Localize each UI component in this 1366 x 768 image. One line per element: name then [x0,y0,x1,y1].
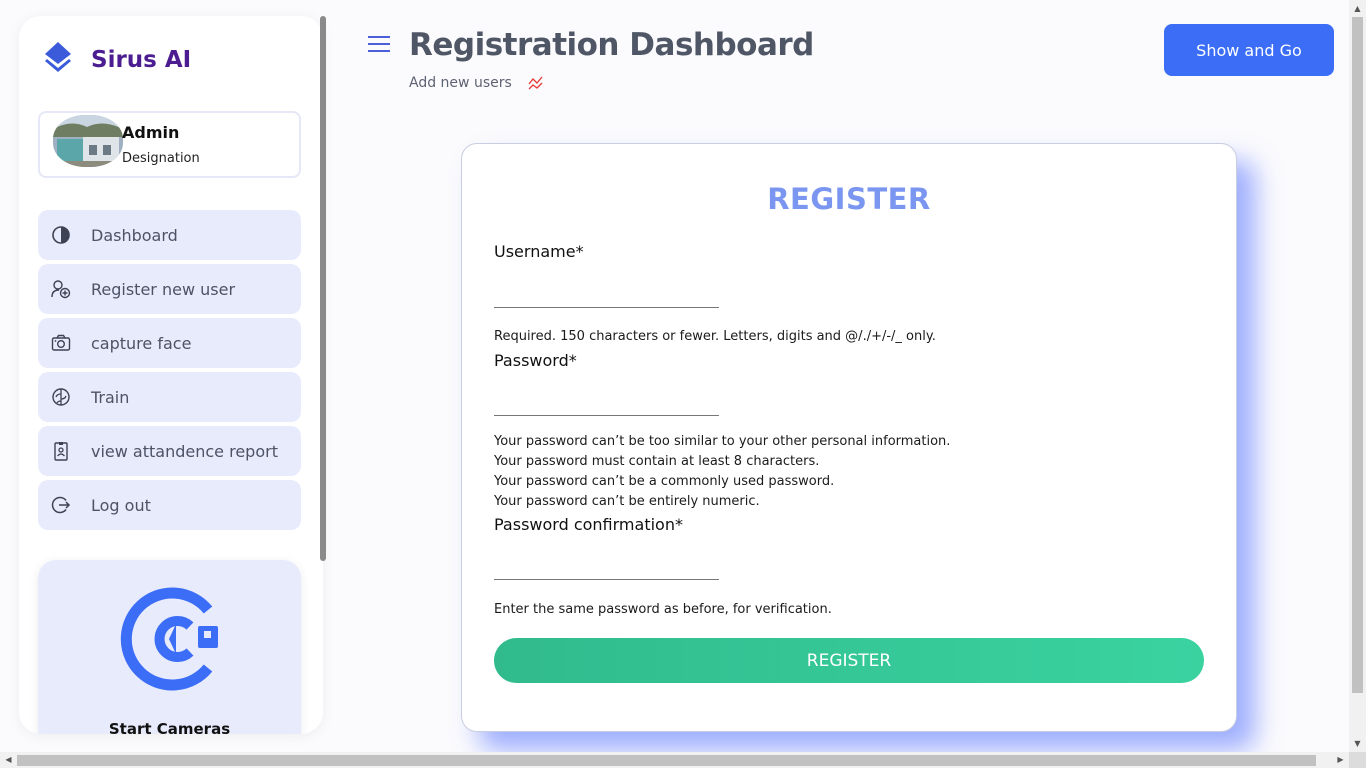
camera-icon [51,334,71,351]
brand-logo-icon [45,42,71,72]
vertical-scrollbar[interactable]: ▲ ▼ [1349,0,1366,752]
scroll-down-icon[interactable]: ▼ [1349,735,1366,752]
sidebar-nav: Dashboard Register new user capture face [38,210,301,534]
show-and-go-button[interactable]: Show and Go [1164,24,1334,76]
chart-icon [528,76,543,90]
password-confirmation-help: Enter the same password as before, for v… [494,602,832,617]
start-cameras-label: Start Cameras [108,720,231,734]
avatar-photo-icon [53,115,123,167]
password-label: Password* [494,351,577,370]
page-title: Registration Dashboard [409,27,814,63]
password-confirmation-input[interactable] [494,552,719,580]
sidebar-item-label: Dashboard [91,225,178,245]
register-form: REGISTER Username* Required. 150 charact… [461,143,1237,732]
profile-role: Designation [122,151,200,166]
horizontal-scroll-thumb[interactable] [17,755,1316,766]
password-help: Your password can’t be too similar to yo… [494,432,950,512]
sidebar-item-label: Train [91,387,130,407]
password-help-line: Your password must contain at least 8 ch… [494,454,820,469]
scroll-right-icon[interactable]: ▶ [1332,752,1349,768]
scroll-left-icon[interactable]: ◀ [0,752,17,768]
scrollbar-corner [1349,752,1366,768]
sidebar-item-label: view attandence report [91,441,278,461]
brand[interactable]: Sirus AI [43,40,191,74]
menu-icon[interactable] [367,34,391,54]
sidebar-item-label: Log out [91,495,151,515]
username-label: Username* [494,242,584,261]
sidebar-item-label: Register new user [91,279,236,299]
page-subtitle: Add new users [409,75,512,91]
form-title: REGISTER [767,182,931,216]
sidebar-item-log-out[interactable]: Log out [38,480,301,530]
report-icon [54,442,68,461]
scroll-up-icon[interactable]: ▲ [1349,0,1366,17]
dashboard-icon [52,226,70,244]
start-cameras-card[interactable]: Start Cameras [38,560,301,734]
add-user-icon [51,280,71,299]
horizontal-scrollbar[interactable]: ◀ ▶ [0,752,1349,768]
password-help-line: Your password can’t be a commonly used p… [494,474,835,489]
password-help-line: Your password can’t be entirely numeric. [494,494,760,509]
sidebar-item-label: capture face [91,333,192,353]
password-help-line: Your password can’t be too similar to yo… [494,434,951,449]
logout-icon [51,496,71,514]
avatar[interactable] [53,115,123,167]
brain-icon [52,388,70,406]
brand-name: Sirus AI [91,47,192,73]
username-help: Required. 150 characters or fewer. Lette… [494,329,936,344]
profile-name: Admin [122,123,180,142]
sidebar-item-view-attendance-report[interactable]: view attandence report [38,426,301,476]
username-input[interactable] [494,280,719,308]
password-input[interactable] [494,388,719,416]
register-submit-button[interactable]: REGISTER [494,638,1204,683]
sidebar-item-capture-face[interactable]: capture face [38,318,301,368]
start-camera-icon [120,587,218,691]
password-confirmation-label: Password confirmation* [494,515,683,534]
sidebar-item-dashboard[interactable]: Dashboard [38,210,301,260]
sidebar-item-train[interactable]: Train [38,372,301,422]
sidebar-item-register-new-user[interactable]: Register new user [38,264,301,314]
profile-card: Admin Designation [38,111,301,178]
sidebar-scrollbar[interactable] [320,16,326,561]
vertical-scroll-thumb[interactable] [1352,17,1363,693]
sidebar: Sirus AI Admin Designation Dashboard Reg… [19,16,323,734]
